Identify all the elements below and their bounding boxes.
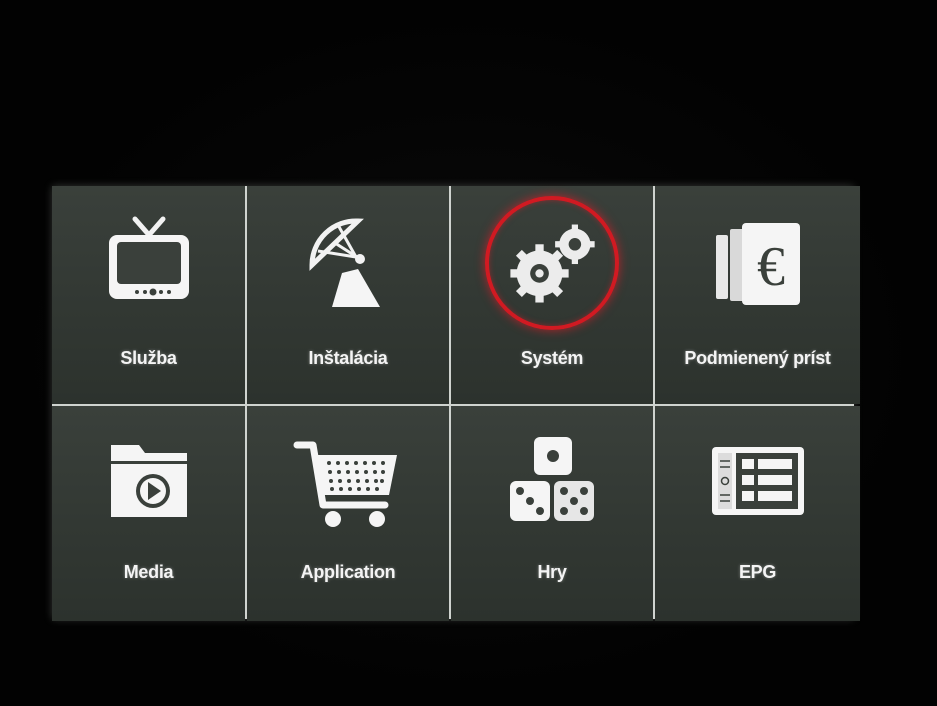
- euro-cards-icon: €: [703, 208, 813, 318]
- epg-guide-icon: [703, 426, 813, 536]
- menu-item-epg[interactable]: EPG: [655, 406, 860, 621]
- menu-item-system[interactable]: Systém: [451, 186, 653, 404]
- menu-item-sluzba[interactable]: Služba: [52, 186, 245, 404]
- menu-item-label: EPG: [738, 562, 777, 582]
- svg-text:€: €: [757, 236, 785, 298]
- tv-screen: Služba Inštalácia Systém € Podmienený pr…: [0, 0, 937, 706]
- dice-icon: [497, 426, 607, 536]
- menu-item-media[interactable]: Media: [52, 406, 245, 621]
- gears-icon: [485, 196, 619, 330]
- tv-icon: [94, 208, 204, 318]
- menu-item-hry[interactable]: Hry: [451, 406, 653, 621]
- menu-item-label: Hry: [537, 562, 567, 582]
- menu-item-label: Systém: [520, 348, 584, 368]
- menu-item-instalacia[interactable]: Inštalácia: [247, 186, 449, 404]
- menu-item-label: Služba: [120, 348, 177, 368]
- main-menu-grid: Služba Inštalácia Systém € Podmienený pr…: [52, 186, 860, 621]
- shopping-cart-icon: [293, 426, 403, 536]
- menu-item-label: Inštalácia: [308, 348, 388, 368]
- satellite-dish-icon: [293, 208, 403, 318]
- menu-item-label: Application: [300, 562, 396, 582]
- menu-item-podmieneny-pristup[interactable]: € Podmienený príst: [655, 186, 860, 404]
- menu-item-application[interactable]: Application: [247, 406, 449, 621]
- menu-item-label: Media: [123, 562, 174, 582]
- selection-focus-ring: [485, 196, 619, 330]
- menu-item-label: Podmienený príst: [684, 348, 831, 368]
- media-folder-icon: [94, 426, 204, 536]
